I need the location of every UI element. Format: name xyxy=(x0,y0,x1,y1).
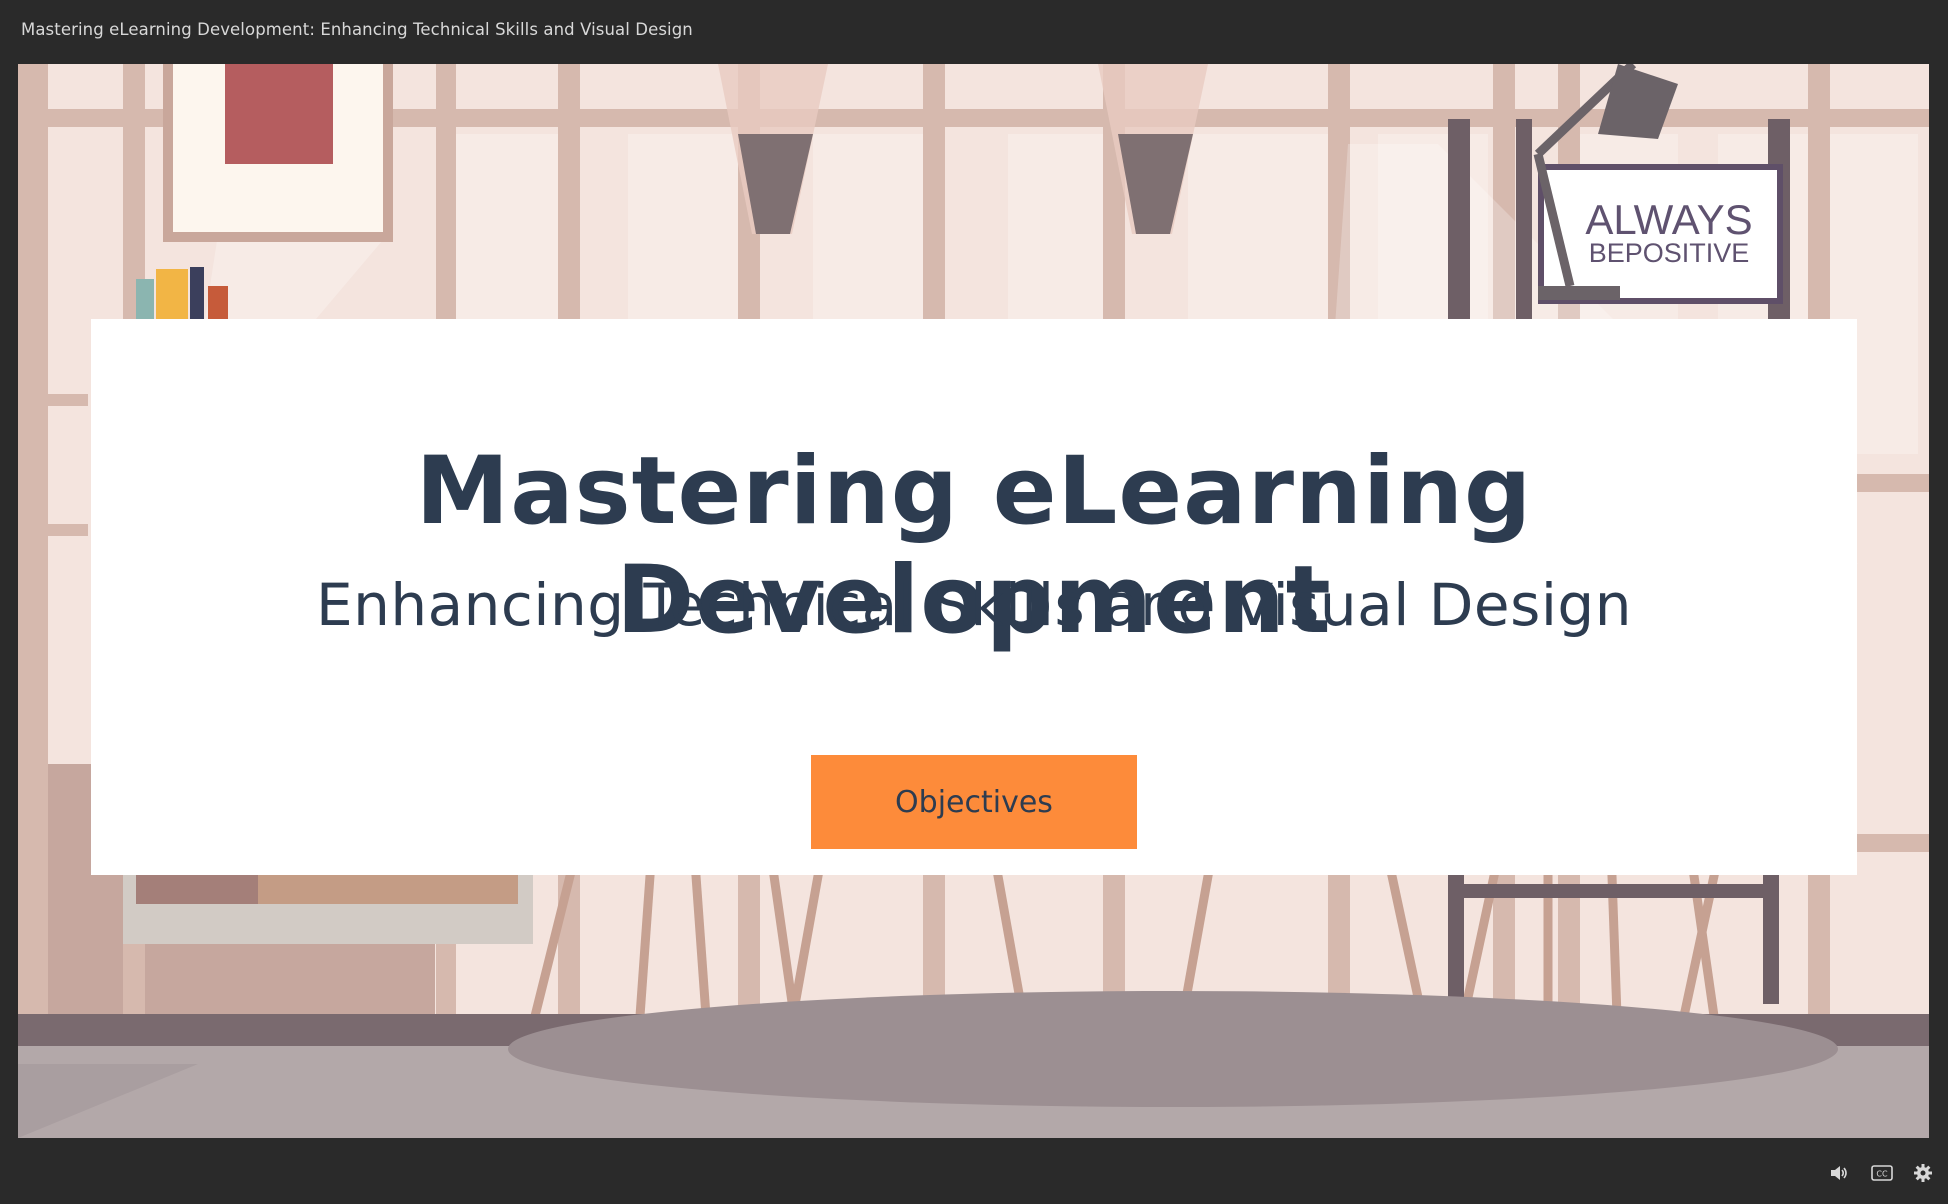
player-bottom-bar: CC xyxy=(0,1138,1948,1204)
title-card: Mastering eLearning Development Enhancin… xyxy=(91,319,1857,875)
player-top-bar: Mastering eLearning Development: Enhanci… xyxy=(0,0,1948,64)
slide-subheading: Enhancing Technical Skills and Visual De… xyxy=(315,571,1633,639)
sign-text-always: ALWAYS xyxy=(1585,196,1752,243)
sign-text-bepositive: BEPOSITIVE xyxy=(1589,238,1750,268)
course-title: Mastering eLearning Development: Enhanci… xyxy=(21,20,693,39)
gear-icon[interactable] xyxy=(1912,1162,1934,1184)
volume-icon[interactable] xyxy=(1828,1162,1850,1184)
svg-text:CC: CC xyxy=(1876,1170,1888,1179)
closed-captions-icon[interactable]: CC xyxy=(1870,1162,1894,1184)
slide-stage: ALWAYS BEPOSITIVE Mastering eLearning De… xyxy=(18,64,1929,1138)
objectives-button[interactable]: Objectives xyxy=(811,755,1137,849)
